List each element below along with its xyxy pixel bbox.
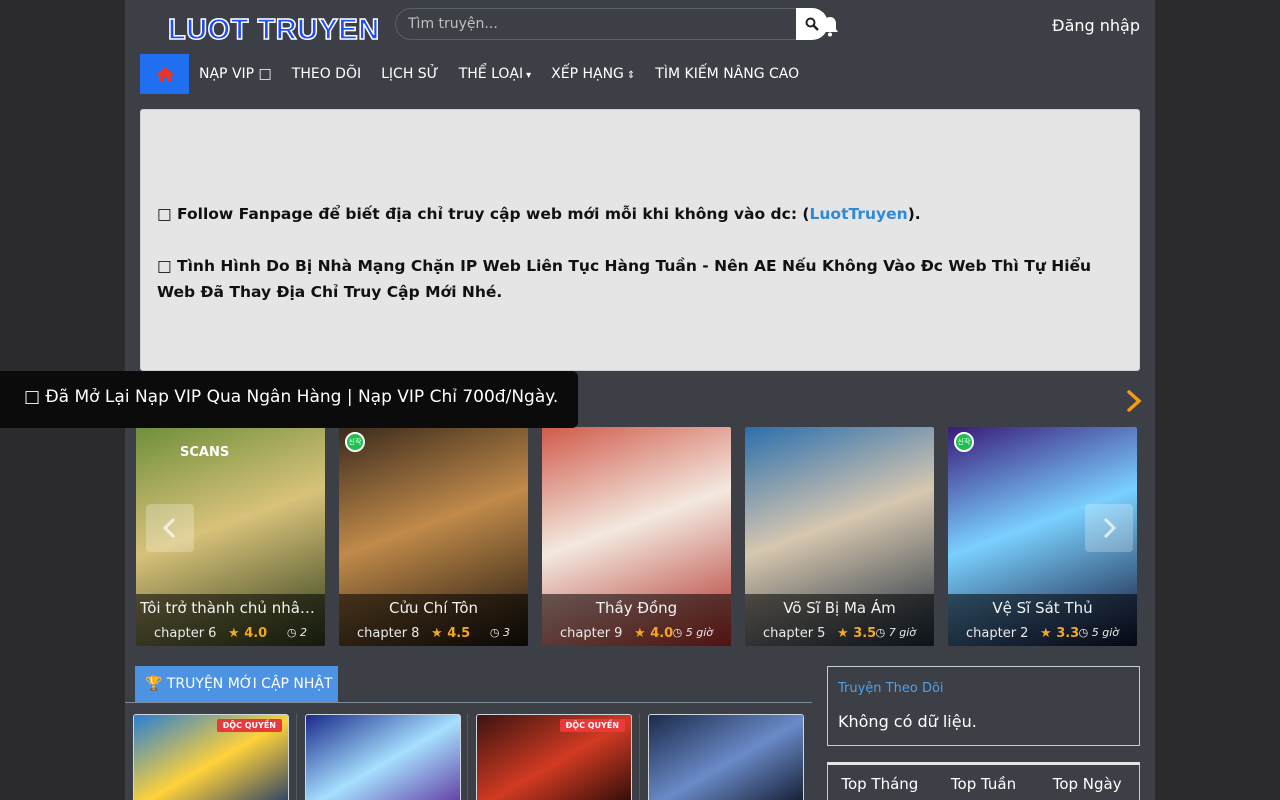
chevron-right-icon <box>1103 517 1117 539</box>
search-input[interactable] <box>395 8 797 40</box>
home-button[interactable] <box>140 54 189 94</box>
grid-divider <box>639 714 640 800</box>
chapter-label[interactable]: chapter 2 <box>966 626 1028 641</box>
clock-icon: ◷ <box>1078 626 1092 639</box>
notice-ip-block: □ Tình Hình Do Bị Nhà Mạng Chặn IP Web L… <box>157 257 1092 301</box>
nav-label: TÌM KIẾM NÂNG CAO <box>655 66 800 82</box>
time-ago: ◷ 2 <box>287 626 307 639</box>
ranking-tabs: Top Tháng Top Tuần Top Ngày <box>827 762 1140 800</box>
caret-down-icon: ▾ <box>526 70 532 81</box>
comic-title[interactable]: Vệ Sĩ Sát Thủ <box>952 599 1133 617</box>
nav-the-loai[interactable]: THỂ LOẠI ▾ <box>449 66 541 82</box>
fanpage-link[interactable]: LuotTruyen <box>810 205 908 223</box>
tab-top-tuan[interactable]: Top Tuần <box>932 765 1036 800</box>
section-tab-new-updates[interactable]: 🏆 TRUYỆN MỚI CẬP NHẬT <box>135 666 338 703</box>
time-value: 5 giờ <box>1091 626 1119 639</box>
rating: ★ 3.3 <box>1040 626 1079 641</box>
grid-divider <box>467 714 468 800</box>
tab-top-thang[interactable]: Top Tháng <box>828 765 932 800</box>
nav-xep-hang[interactable]: XẾP HẠNG ⇕ <box>541 66 645 82</box>
main-nav: NẠP VIP □ THEO DÕI LỊCH SỬ THỂ LOẠI ▾ XẾP… <box>140 54 809 94</box>
comic-card[interactable]: Thầy Đồng chapter 9 ★ 4.0 ◷ 5 giờ <box>542 427 731 646</box>
nav-nap-vip[interactable]: NẠP VIP □ <box>189 66 282 82</box>
star-icon: ★ <box>1040 626 1057 641</box>
time-value: 5 giờ <box>685 626 713 639</box>
new-badge: 신작 <box>954 432 974 452</box>
chapter-label[interactable]: chapter 9 <box>560 626 622 641</box>
notice-text: ). <box>907 205 921 223</box>
tab-top-ngay[interactable]: Top Ngày <box>1035 765 1139 800</box>
rating-value: 3.5 <box>853 626 877 641</box>
nav-label: XẾP HẠNG <box>551 66 624 82</box>
comic-thumbnail[interactable] <box>648 714 804 800</box>
clock-icon: ◷ <box>489 626 503 639</box>
nav-tim-kiem-nang-cao[interactable]: TÌM KIẾM NÂNG CAO <box>645 66 809 82</box>
vip-icon: □ <box>258 66 272 82</box>
site-logo[interactable]: LUOT TRUYEN <box>167 13 380 47</box>
exclusive-badge: ĐỘC QUYỀN <box>216 719 282 732</box>
nav-label: THEO DÕI <box>291 66 362 82</box>
followed-empty-text: Không có dữ liệu. <box>838 712 977 731</box>
comic-card[interactable]: Võ Sĩ Bị Ma Ám chapter 5 ★ 3.5 ◷ 7 giờ <box>745 427 934 646</box>
clock-icon: ◷ <box>286 626 300 639</box>
rating-value: 4.0 <box>650 626 674 641</box>
time-ago: ◷ 3 <box>490 626 510 639</box>
chapter-label[interactable]: chapter 8 <box>357 626 419 641</box>
notice-box: □ Follow Fanpage để biết địa chỉ truy cậ… <box>140 109 1140 371</box>
time-ago: ◷ 5 giờ <box>1079 626 1119 639</box>
chapter-label[interactable]: chapter 5 <box>763 626 825 641</box>
followed-panel-title[interactable]: Truyện Theo Dõi <box>838 681 944 696</box>
clock-icon: ◷ <box>875 626 889 639</box>
chevron-left-icon <box>162 517 176 539</box>
rating-value: 4.0 <box>244 626 268 641</box>
comic-title[interactable]: Võ Sĩ Bị Ma Ám <box>749 599 930 617</box>
notice-text: □ Follow Fanpage để biết địa chỉ truy cậ… <box>157 205 810 223</box>
followed-comics-panel: Truyện Theo Dõi Không có dữ liệu. <box>827 666 1140 746</box>
rating-value: 4.5 <box>447 626 471 641</box>
login-link[interactable]: Đăng nhập <box>1052 16 1140 35</box>
carousel-prev-button[interactable] <box>146 504 194 552</box>
scans-watermark: SCANS <box>180 445 230 460</box>
nav-label: LỊCH SỬ <box>381 66 439 82</box>
rating: ★ 4.0 <box>228 626 267 641</box>
rating: ★ 3.5 <box>837 626 876 641</box>
clock-icon: ◷ <box>672 626 686 639</box>
carousel-next-button[interactable] <box>1085 504 1133 552</box>
exclusive-badge: ĐỘC QUYỀN <box>559 719 625 732</box>
comic-card[interactable]: 신작 Cửu Chí Tôn chapter 8 ★ 4.5 ◷ 3 <box>339 427 528 646</box>
nav-lich-su[interactable]: LỊCH SỬ <box>371 66 449 82</box>
search-icon <box>805 17 819 31</box>
rating: ★ 4.0 <box>634 626 673 641</box>
star-icon: ★ <box>837 626 854 641</box>
bell-icon[interactable] <box>820 15 840 37</box>
home-icon <box>155 66 174 82</box>
chapter-label[interactable]: chapter 6 <box>154 626 216 641</box>
comic-thumbnail[interactable] <box>305 714 461 800</box>
time-ago: ◷ 5 giờ <box>673 626 713 639</box>
time-value: 3 <box>503 626 510 639</box>
star-icon: ★ <box>431 626 448 641</box>
rating: ★ 4.5 <box>431 626 470 641</box>
comic-title[interactable]: Cửu Chí Tôn <box>343 599 524 617</box>
nav-label: NẠP VIP <box>199 66 259 82</box>
rating-value: 3.3 <box>1056 626 1080 641</box>
time-value: 2 <box>300 626 307 639</box>
nav-label: THỂ LOẠI <box>458 66 524 82</box>
chevron-right-icon[interactable] <box>1123 389 1145 413</box>
notice-fanpage: □ Follow Fanpage để biết địa chỉ truy cậ… <box>157 201 1109 227</box>
star-icon: ★ <box>634 626 651 641</box>
comic-thumbnail[interactable]: ĐỘC QUYỀN <box>476 714 632 800</box>
star-icon: ★ <box>228 626 245 641</box>
vip-toast[interactable]: □ Đã Mở Lại Nạp VIP Qua Ngân Hàng | Nạp … <box>0 371 578 428</box>
nav-theo-doi[interactable]: THEO DÕI <box>282 66 371 82</box>
grid-divider <box>296 714 297 800</box>
sort-icon: ⇕ <box>626 70 636 81</box>
new-badge: 신작 <box>345 432 365 452</box>
comic-thumbnail[interactable]: ĐỘC QUYỀN <box>133 714 289 800</box>
time-ago: ◷ 7 giờ <box>876 626 916 639</box>
time-value: 7 giờ <box>888 626 916 639</box>
comic-title[interactable]: Thầy Đồng <box>546 599 727 617</box>
section-divider <box>125 702 812 703</box>
comic-title[interactable]: Tôi trở thành chủ nhân ... <box>140 599 321 617</box>
